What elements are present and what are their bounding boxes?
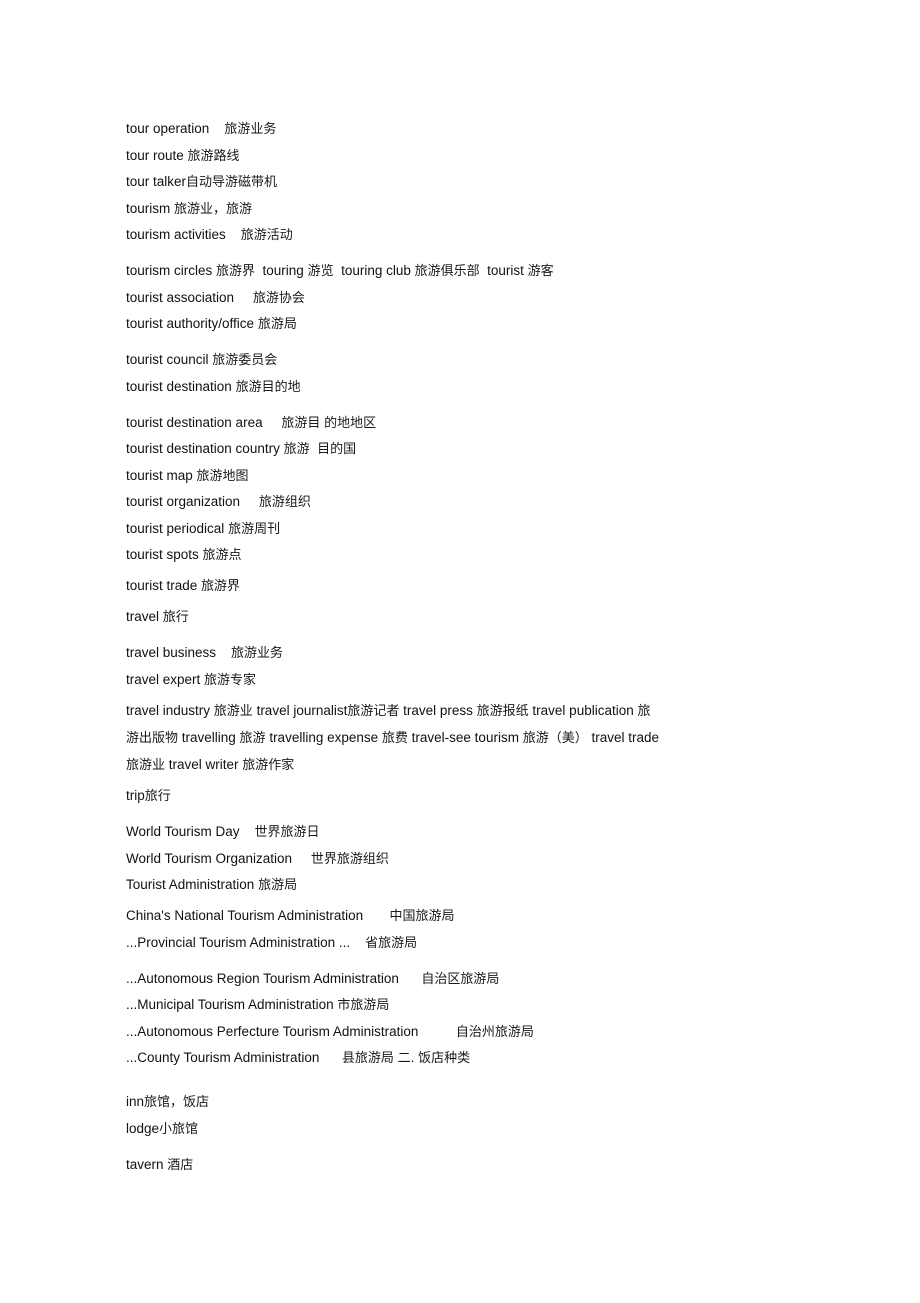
glossary-entry: tourist map 旅游地图 xyxy=(126,467,249,484)
chinese-gloss: 旅费 xyxy=(381,730,408,746)
glossary-entry: Tourist Administration 旅游局 xyxy=(126,877,298,893)
glossary-entry: tourist council 旅游委员会 xyxy=(126,352,278,368)
chinese-gloss: 自治区旅游局 xyxy=(421,971,500,987)
chinese-gloss: 旅行 xyxy=(162,610,189,625)
glossary-entry: tavern 酒店 xyxy=(126,1156,194,1173)
glossary-entry: World Tourism Organization 世界旅游组织 xyxy=(126,850,389,867)
chinese-gloss: 旅行 xyxy=(144,789,171,804)
chinese-gloss: 中国旅游局 xyxy=(389,909,455,924)
chinese-gloss: 自治州旅游局 xyxy=(455,1024,534,1040)
glossary-entry: ...Municipal Tourism Administration 市旅游局 xyxy=(126,997,390,1013)
chinese-gloss: 市旅游局 xyxy=(337,998,390,1013)
glossary-entry: ...Autonomous Perfecture Tourism Adminis… xyxy=(126,1023,534,1040)
chinese-gloss: 旅游记者 xyxy=(347,703,400,719)
glossary-entry: World Tourism Day 世界旅游日 xyxy=(126,824,320,840)
glossary-entry: travel business 旅游业务 xyxy=(126,645,284,661)
glossary-entry: tourism activities 旅游活动 xyxy=(126,227,293,243)
glossary-entry: trip旅行 xyxy=(126,788,171,804)
chinese-gloss: 自动导游磁带机 xyxy=(186,175,278,190)
glossary-entry: tourist authority/office 旅游局 xyxy=(126,316,297,332)
chinese-gloss: 旅游地图 xyxy=(196,468,249,484)
glossary-entry: tour talker自动导游磁带机 xyxy=(126,174,278,190)
glossary-entry: ...Provincial Tourism Administration ...… xyxy=(126,934,418,951)
chinese-gloss: 旅游目的地 xyxy=(235,379,301,395)
chinese-gloss: 旅馆，饭店 xyxy=(144,1095,210,1110)
glossary-entry: tourist trade 旅游界 xyxy=(126,578,241,594)
glossary-entry: tourist destination 旅游目的地 xyxy=(126,378,301,395)
chinese-gloss: 二 xyxy=(397,1051,411,1066)
chinese-gloss: 旅游俱乐部 xyxy=(414,264,480,279)
chinese-gloss: 游客 xyxy=(527,264,554,279)
chinese-gloss: 旅游路线 xyxy=(187,148,240,164)
glossary-entry: inn旅馆，饭店 xyxy=(126,1094,210,1110)
chinese-gloss: 旅游局 xyxy=(257,317,297,332)
chinese-gloss: 旅游作家 xyxy=(242,757,295,773)
chinese-gloss: 旅游界 xyxy=(216,264,256,279)
chinese-gloss: 旅游局 xyxy=(258,878,298,893)
chinese-gloss: 旅游业，旅游 xyxy=(174,201,253,217)
chinese-gloss: 旅游业务 xyxy=(224,122,277,137)
chinese-gloss: 旅游业 xyxy=(126,757,166,773)
glossary-entry: tourist destination area 旅游目 的地地区 xyxy=(126,414,377,431)
glossary-entry: tourism 旅游业，旅游 xyxy=(126,200,253,217)
glossary-body: tour operation 旅游业务 tour route 旅游路线 tour… xyxy=(126,120,686,1174)
glossary-paragraph: travel industry 旅游业 travel journalist旅游记… xyxy=(126,702,660,773)
chinese-gloss: 旅游组织 xyxy=(258,495,311,510)
glossary-entry: China's National Tourism Administration … xyxy=(126,908,455,924)
chinese-gloss: 世界旅游日 xyxy=(254,825,320,840)
glossary-entry: tour operation 旅游业务 xyxy=(126,121,277,137)
chinese-gloss: 旅游业 xyxy=(213,703,253,719)
chinese-gloss: 目的国 xyxy=(317,442,357,457)
chinese-gloss: 游览 xyxy=(307,264,334,279)
glossary-entry: tourist association 旅游协会 xyxy=(126,289,305,306)
chinese-gloss: 旅游界 xyxy=(201,579,241,594)
chinese-gloss: 世界旅游组织 xyxy=(310,851,389,867)
glossary-entry: travel expert 旅游专家 xyxy=(126,671,257,688)
glossary-entry: tourist periodical 旅游周刊 xyxy=(126,520,281,537)
glossary-entry: tourism circles 旅游界 touring 游览 touring c… xyxy=(126,263,554,279)
glossary-entry: ...Autonomous Region Tourism Administrat… xyxy=(126,970,500,987)
glossary-entry: tourist destination country 旅游 目的国 xyxy=(126,441,357,457)
chinese-gloss: 饭店种类 xyxy=(418,1051,471,1066)
chinese-gloss: 旅游（美） xyxy=(522,730,588,746)
chinese-gloss: 酒店 xyxy=(167,1157,194,1173)
chinese-gloss: 旅游协会 xyxy=(252,290,305,306)
glossary-entry: lodge小旅馆 xyxy=(126,1120,199,1137)
chinese-gloss: 旅游周刊 xyxy=(228,521,281,537)
chinese-gloss: 的地地区 xyxy=(324,415,377,431)
chinese-gloss: 旅游业务 xyxy=(231,646,284,661)
chinese-gloss: 旅游点 xyxy=(202,548,242,563)
glossary-entry: tourist organization 旅游组织 xyxy=(126,494,311,510)
glossary-entry: tourist spots 旅游点 xyxy=(126,547,242,563)
chinese-gloss: 旅游 xyxy=(283,442,310,457)
chinese-gloss: 县旅游局 xyxy=(341,1051,394,1066)
chinese-gloss: 旅游 xyxy=(239,730,266,746)
chinese-gloss: 省旅游局 xyxy=(365,935,418,951)
chinese-gloss: 旅游活动 xyxy=(240,228,293,243)
glossary-entry: ...County Tourism Administration 县旅游局 二.… xyxy=(126,1050,471,1066)
chinese-gloss: 小旅馆 xyxy=(159,1121,199,1137)
glossary-entry: travel 旅行 xyxy=(126,609,189,625)
document-page: tour operation 旅游业务 tour route 旅游路线 tour… xyxy=(0,0,920,1303)
chinese-gloss: 旅游目 xyxy=(281,415,321,431)
chinese-gloss: 旅游报纸 xyxy=(476,703,529,719)
chinese-gloss: 旅游委员会 xyxy=(212,353,278,368)
chinese-gloss: 旅游专家 xyxy=(204,672,257,688)
glossary-entry: tour route 旅游路线 xyxy=(126,147,240,164)
